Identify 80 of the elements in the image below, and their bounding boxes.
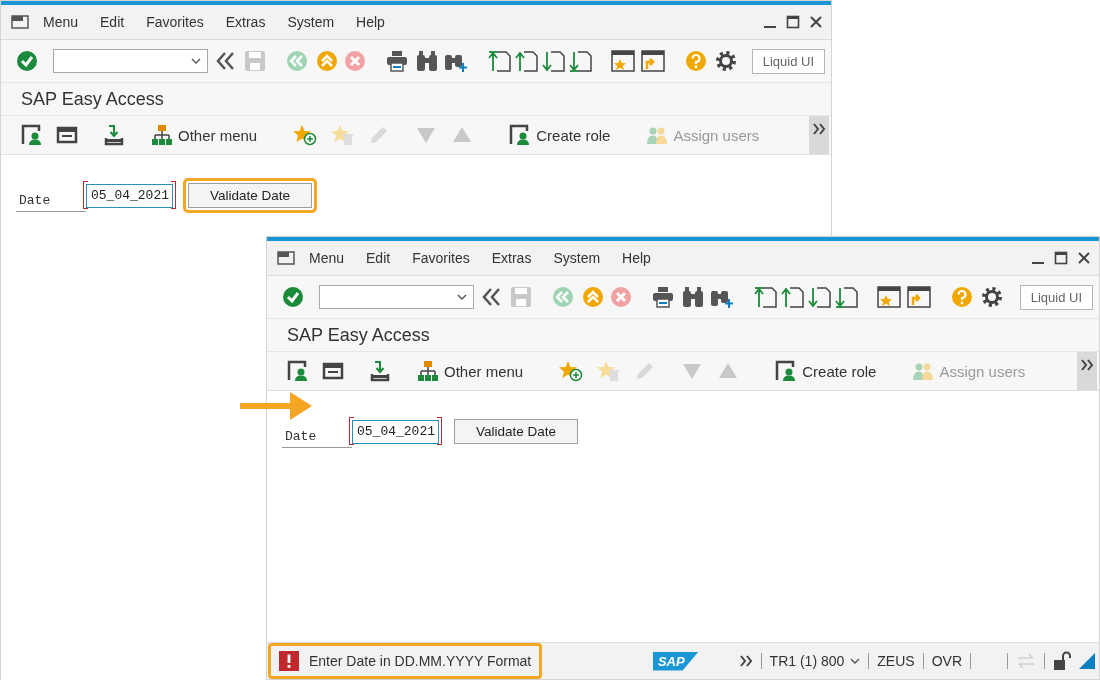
- binoculars-icon[interactable]: [416, 50, 438, 72]
- last-page-icon[interactable]: [835, 285, 859, 309]
- role-person-icon[interactable]: [21, 124, 43, 146]
- menu-item[interactable]: Menu: [43, 12, 79, 32]
- previous-page-icon[interactable]: [515, 49, 539, 73]
- star-trash-icon[interactable]: [597, 360, 622, 382]
- menu-icon[interactable]: [11, 15, 29, 29]
- last-page-icon[interactable]: [569, 49, 593, 73]
- enter-check-icon[interactable]: [282, 286, 304, 308]
- role-person-icon[interactable]: [287, 360, 309, 382]
- first-page-icon[interactable]: [488, 49, 512, 73]
- menu-item[interactable]: Edit: [100, 12, 125, 32]
- previous-page-icon[interactable]: [781, 285, 805, 309]
- menu-item[interactable]: Edit: [366, 248, 391, 268]
- print-icon[interactable]: [652, 286, 674, 308]
- maximize-icon[interactable]: [1054, 251, 1068, 265]
- menu-window-icon[interactable]: [56, 124, 78, 146]
- toolbar-overflow[interactable]: [809, 116, 829, 154]
- screen-title: SAP Easy Access: [287, 324, 430, 346]
- next-page-icon[interactable]: [542, 49, 566, 73]
- print-icon[interactable]: [386, 50, 408, 72]
- star-plus-icon[interactable]: [559, 360, 584, 382]
- command-field[interactable]: [319, 285, 474, 309]
- date-input-field[interactable]: 05_04_2021: [86, 183, 173, 208]
- caret-icon[interactable]: [191, 57, 201, 65]
- menu-item[interactable]: System: [553, 248, 601, 268]
- menu-item[interactable]: Favorites: [146, 12, 204, 32]
- menu-item[interactable]: Favorites: [412, 248, 470, 268]
- settings-icon[interactable]: [714, 49, 738, 73]
- next-page-icon[interactable]: [808, 285, 832, 309]
- double-chevron-left-icon[interactable]: [482, 286, 502, 308]
- command-field[interactable]: [53, 49, 208, 73]
- menu-item[interactable]: Help: [622, 248, 651, 268]
- menu-window-icon[interactable]: [322, 360, 344, 382]
- system-info[interactable]: TR1 (1) 800: [769, 653, 845, 669]
- org-chart-icon: [417, 360, 439, 382]
- pointer-arrow: [240, 392, 312, 420]
- date-input-field[interactable]: 05_04_2021: [352, 419, 439, 444]
- toolbar-link[interactable]: Other menu: [444, 362, 524, 380]
- download-tray-icon[interactable]: [369, 360, 391, 382]
- validate-button[interactable]: Validate Date: [188, 183, 312, 208]
- maximize-icon[interactable]: [786, 15, 800, 29]
- create-role-icon[interactable]: [509, 124, 532, 146]
- close-icon[interactable]: [1077, 251, 1091, 265]
- star-trash-icon[interactable]: [331, 124, 356, 146]
- double-chevron-right-icon[interactable]: [738, 654, 753, 668]
- unlocked-padlock-icon[interactable]: [1053, 651, 1071, 671]
- caret-icon[interactable]: [850, 657, 861, 665]
- enter-check-icon[interactable]: [16, 50, 38, 72]
- close-icon[interactable]: [809, 15, 823, 29]
- menu-item[interactable]: Menu: [309, 248, 345, 268]
- toolbar-link[interactable]: Other menu: [178, 126, 258, 144]
- validate-button[interactable]: Validate Date: [454, 419, 578, 444]
- liquid-ui-button[interactable]: Liquid UI: [1019, 284, 1093, 310]
- star-plus-icon[interactable]: [293, 124, 318, 146]
- double-chevron-left-icon[interactable]: [216, 50, 236, 72]
- screen-title: SAP Easy Access: [21, 88, 164, 110]
- first-page-icon[interactable]: [754, 285, 778, 309]
- download-tray-icon[interactable]: [103, 124, 125, 146]
- org-chart-icon: [151, 124, 173, 146]
- toolbar-link[interactable]: Create role: [536, 126, 611, 144]
- menu-item[interactable]: System: [287, 12, 335, 32]
- menu-item[interactable]: Extras: [491, 248, 532, 268]
- binoculars-icon[interactable]: [682, 286, 704, 308]
- input-mode[interactable]: OVR: [931, 653, 962, 669]
- menu-item[interactable]: Help: [356, 12, 385, 32]
- settings-icon[interactable]: [980, 285, 1004, 309]
- caret-icon[interactable]: [457, 293, 467, 301]
- status-message: Enter Date in DD.MM.YYYY Format: [309, 653, 532, 669]
- create-role-icon[interactable]: [775, 360, 798, 382]
- resize-grip-icon[interactable]: [1079, 653, 1095, 669]
- menu-icon[interactable]: [277, 251, 295, 265]
- toolbar-link[interactable]: Create role: [802, 362, 877, 380]
- liquid-ui-button[interactable]: Liquid UI: [751, 48, 825, 74]
- chevrons-icon[interactable]: [1080, 358, 1094, 372]
- server-name: ZEUS: [877, 653, 915, 669]
- sap-logo: SAP: [652, 651, 699, 671]
- menu-item[interactable]: Extras: [225, 12, 266, 32]
- toolbar-overflow[interactable]: [1077, 352, 1097, 390]
- chevrons-icon[interactable]: [812, 122, 826, 136]
